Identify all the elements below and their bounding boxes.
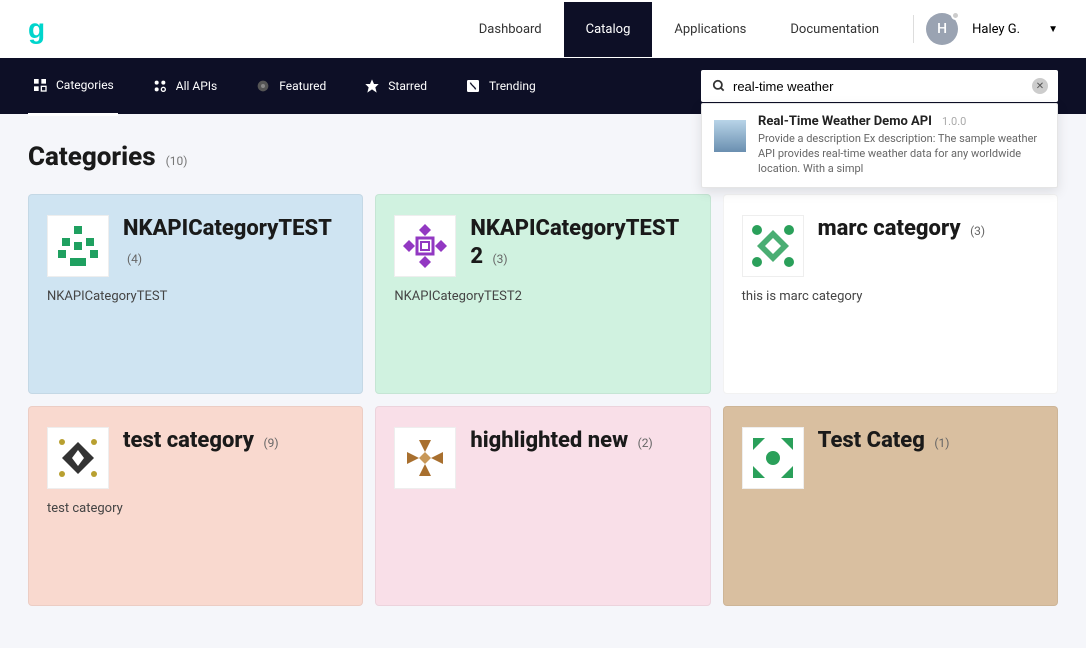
search-suggestion[interactable]: Real-Time Weather Demo API 1.0.0 Provide… — [701, 103, 1058, 188]
subnav-all-apis[interactable]: All APIs — [148, 57, 222, 116]
search-icon — [711, 78, 727, 94]
category-title: marc category (3) — [818, 215, 985, 243]
page-count: (10) — [166, 154, 188, 168]
search-box[interactable]: ✕ — [701, 70, 1058, 102]
top-header: g DashboardCatalogApplicationsDocumentat… — [0, 0, 1086, 58]
suggestion-desc: Provide a description Ex description: Th… — [758, 132, 1045, 177]
suggestion-title: Real-Time Weather Demo API — [758, 114, 932, 129]
category-icon — [742, 215, 804, 277]
subnav-icon — [255, 78, 271, 94]
category-title: Test Categ (1) — [818, 427, 950, 455]
category-count: (3) — [493, 252, 508, 266]
category-title: NKAPICategoryTEST (4) — [123, 215, 344, 270]
subnav-featured[interactable]: Featured — [251, 57, 330, 116]
subnav-icon — [364, 78, 380, 94]
top-nav: DashboardCatalogApplicationsDocumentatio… — [457, 2, 1058, 57]
subnav-label: Categories — [56, 78, 114, 92]
nav-catalog[interactable]: Catalog — [564, 2, 653, 57]
category-card[interactable]: highlighted new (2) — [375, 406, 710, 606]
search-input[interactable] — [727, 79, 1032, 94]
search-wrap: ✕ Real-Time Weather Demo API 1.0.0 Provi… — [701, 70, 1058, 102]
page-body: Categories (10) NKAPICategoryTEST (4)NKA… — [0, 114, 1086, 634]
avatar[interactable]: H — [926, 13, 958, 45]
sub-header: Categories All APIs Featured Starred Trendin… — [0, 58, 1086, 114]
suggestion-version: 1.0.0 — [942, 115, 966, 128]
category-title: test category (9) — [123, 427, 279, 455]
user-name[interactable]: Haley G. — [972, 22, 1020, 37]
category-card[interactable]: NKAPICategoryTEST (4) NKAPICategoryTEST — [28, 194, 363, 394]
subnav-label: All APIs — [176, 79, 218, 93]
category-count: (1) — [934, 436, 949, 450]
category-card[interactable]: Test Categ (1) — [723, 406, 1058, 606]
category-card[interactable]: marc category (3) this is marc category — [723, 194, 1058, 394]
suggestion-thumb — [714, 120, 746, 152]
user-menu-caret[interactable]: ▼ — [1048, 24, 1058, 35]
clear-icon[interactable]: ✕ — [1032, 78, 1048, 94]
divider — [913, 15, 914, 43]
subnav-icon — [152, 78, 168, 94]
nav-documentation[interactable]: Documentation — [768, 2, 901, 57]
page-title: Categories — [28, 142, 156, 172]
category-desc: test category — [47, 501, 344, 516]
category-icon — [47, 427, 109, 489]
category-count: (9) — [263, 436, 278, 450]
category-count: (4) — [127, 252, 142, 266]
subnav-trending[interactable]: Trending — [461, 57, 540, 116]
subnav-icon — [465, 78, 481, 94]
nav-dashboard[interactable]: Dashboard — [457, 2, 564, 57]
category-count: (2) — [638, 436, 653, 450]
logo[interactable]: g — [28, 13, 45, 45]
status-dot — [951, 11, 960, 20]
category-title: NKAPICategoryTEST2 (3) — [470, 215, 691, 270]
category-count: (3) — [970, 224, 985, 238]
avatar-initial: H — [937, 21, 947, 37]
category-icon — [742, 427, 804, 489]
category-card[interactable]: NKAPICategoryTEST2 (3) NKAPICategoryTEST2 — [375, 194, 710, 394]
subnav-starred[interactable]: Starred — [360, 57, 431, 116]
subnav-label: Starred — [388, 79, 427, 93]
nav-applications[interactable]: Applications — [652, 2, 768, 57]
category-icon — [47, 215, 109, 277]
subnav-label: Featured — [279, 79, 326, 93]
subnav-label: Trending — [489, 79, 536, 93]
subnav-icon — [32, 77, 48, 93]
category-desc: NKAPICategoryTEST — [47, 289, 344, 304]
category-card[interactable]: test category (9) test category — [28, 406, 363, 606]
category-grid: NKAPICategoryTEST (4)NKAPICategoryTESTNK… — [28, 194, 1058, 606]
category-desc: this is marc category — [742, 289, 1039, 304]
subnav-categories[interactable]: Categories — [28, 57, 118, 116]
category-desc: NKAPICategoryTEST2 — [394, 289, 691, 304]
category-icon — [394, 215, 456, 277]
category-title: highlighted new (2) — [470, 427, 652, 455]
category-icon — [394, 427, 456, 489]
